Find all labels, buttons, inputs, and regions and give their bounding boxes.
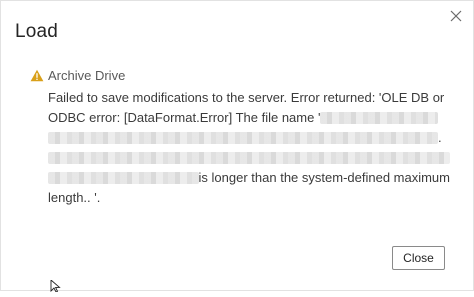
message-line: length.. '.	[48, 188, 450, 208]
redacted-text	[48, 172, 199, 184]
message-line: .	[48, 128, 450, 148]
redacted-text	[320, 112, 439, 124]
error-body: Failed to save modifications to the serv…	[48, 88, 450, 208]
message-line	[48, 148, 450, 168]
message-line: Failed to save modifications to the serv…	[48, 88, 450, 108]
error-message: Archive Drive Failed to save modificatio…	[30, 68, 450, 208]
error-source-name: Archive Drive	[48, 68, 126, 83]
redacted-text	[48, 152, 450, 164]
message-text: Failed to save modifications to the serv…	[48, 90, 445, 105]
warning-triangle-icon	[30, 69, 44, 82]
load-dialog: Load Archive Drive Failed to save modifi…	[0, 0, 474, 291]
message-line: is longer than the system-defined maximu…	[48, 168, 450, 188]
redacted-text	[48, 132, 438, 144]
message-text: .	[438, 130, 442, 145]
dialog-title: Load	[15, 21, 59, 42]
close-button[interactable]: Close	[392, 246, 445, 270]
message-text: ODBC error: [DataFormat.Error] The file …	[48, 110, 321, 125]
message-text: is longer than the system-defined maximu…	[198, 170, 450, 185]
error-source-row: Archive Drive	[30, 68, 450, 86]
close-icon[interactable]	[449, 9, 463, 23]
message-line: ODBC error: [DataFormat.Error] The file …	[48, 108, 450, 128]
mouse-cursor-icon	[50, 279, 62, 293]
message-text: length.. '.	[48, 190, 101, 205]
